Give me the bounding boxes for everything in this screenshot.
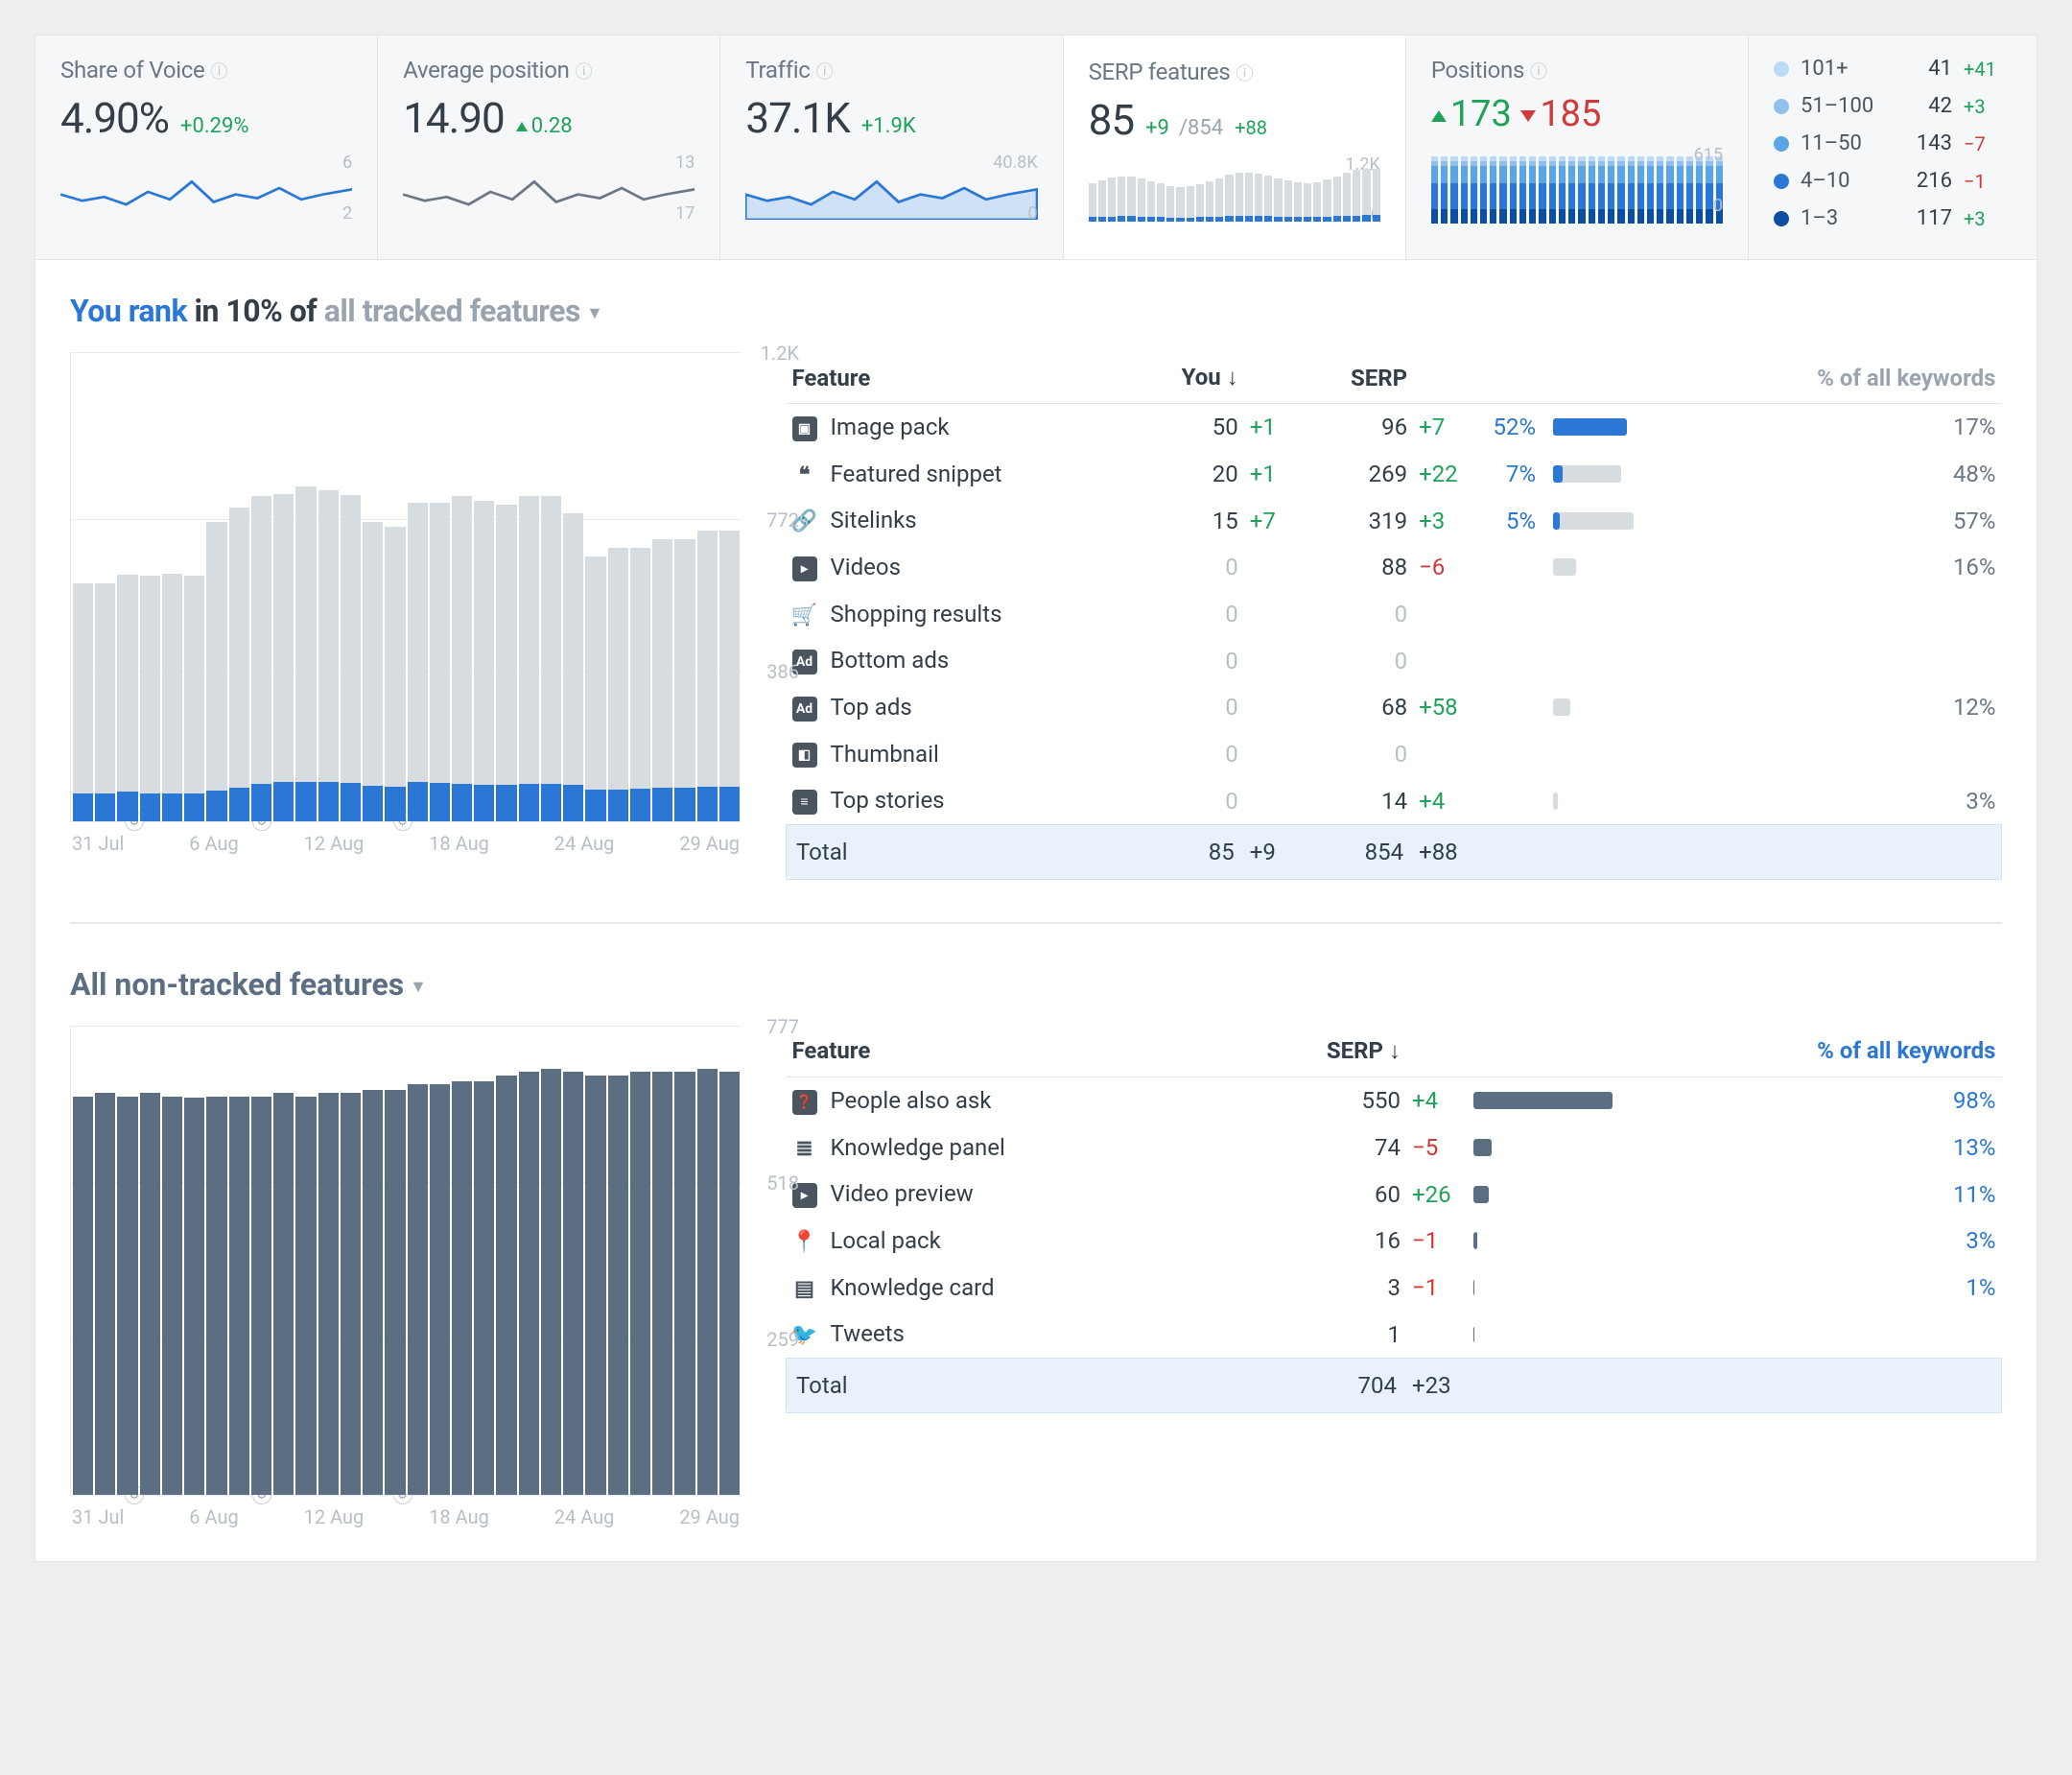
info-icon[interactable]: ⓘ bbox=[1236, 64, 1253, 84]
metric-card-traffic[interactable]: Trafficⓘ 37.1K+1.9K 40.8K0 bbox=[720, 36, 1063, 259]
table-row[interactable]: ◧Thumbnail 0 0 bbox=[787, 731, 2002, 778]
feature-icon: ▣ bbox=[792, 416, 817, 441]
table-row[interactable]: ▣Image pack 50+1 96+7 52% 17% bbox=[787, 404, 2002, 451]
legend-dot-icon bbox=[1774, 99, 1789, 114]
table-row[interactable]: 🐦Tweets 1 bbox=[787, 1311, 2002, 1358]
table-row[interactable]: ▸Video preview 60+26 11% bbox=[787, 1171, 2002, 1218]
feature-icon: 🛒 bbox=[792, 603, 817, 627]
feature-icon: Ad bbox=[792, 697, 817, 722]
section-tracked-heading: You rank in 10% of all tracked features▼ bbox=[70, 293, 2002, 329]
col-pct[interactable]: % of all keywords bbox=[1701, 352, 2001, 404]
positions-legend: 101+41+41 51–10042+3 11–50143−7 4–10216−1 1–… bbox=[1749, 36, 2037, 259]
legend-row[interactable]: 51–10042+3 bbox=[1774, 94, 2012, 118]
info-icon[interactable]: ⓘ bbox=[1530, 62, 1547, 83]
info-icon[interactable]: ⓘ bbox=[576, 62, 593, 83]
col-feature[interactable]: Feature bbox=[787, 352, 1137, 404]
table-row[interactable]: 🔗Sitelinks 15+7 319+3 5% 57% bbox=[787, 497, 2002, 544]
chart-x-axis: 31 Jul6 Aug12 Aug18 Aug24 Aug29 Aug bbox=[70, 832, 742, 855]
metric-card-avgpos[interactable]: Average positionⓘ 14.900.28 1317 bbox=[378, 36, 720, 259]
table-row[interactable]: AdBottom ads 0 0 bbox=[787, 637, 2002, 684]
tracked-chart: ⚙ ⚙ ⚙ 3867721.2K 31 Jul6 Aug12 Aug18 Aug… bbox=[70, 352, 742, 880]
legend-row[interactable]: 1–3117+3 bbox=[1774, 206, 2012, 230]
col-you[interactable]: You ↓ bbox=[1136, 352, 1243, 404]
nontracked-features-table: FeatureSERP ↓ % of all keywords ❓People a… bbox=[786, 1026, 2002, 1528]
table-row[interactable]: 📍Local pack 16−1 3% bbox=[787, 1218, 2002, 1265]
table-row[interactable]: ▸Videos 0 88−6 16% bbox=[787, 544, 2002, 591]
legend-dot-icon bbox=[1774, 136, 1789, 152]
table-row[interactable]: ❝Featured snippet 20+1 269+22 7% 48% bbox=[787, 451, 2002, 498]
metric-card-sov[interactable]: Share of Voiceⓘ 4.90%+0.29% 62 bbox=[35, 36, 378, 259]
legend-row[interactable]: 101+41+41 bbox=[1774, 57, 2012, 81]
col-serp[interactable]: SERP ↓ bbox=[1236, 1026, 1406, 1077]
legend-row[interactable]: 4–10216−1 bbox=[1774, 169, 2012, 193]
chevron-down-icon: ▼ bbox=[410, 977, 427, 997]
feature-icon: ❓ bbox=[792, 1090, 817, 1115]
main-panel: You rank in 10% of all tracked features▼… bbox=[35, 260, 2037, 1562]
tracked-features-table: FeatureYou ↓ SERP % of all keywords ▣Image… bbox=[786, 352, 2002, 880]
metric-card-serp[interactable]: SERP featuresⓘ 85+9/854+88 1.2K0 bbox=[1064, 35, 1406, 259]
feature-icon: ▤ bbox=[792, 1276, 817, 1301]
metric-card-positions[interactable]: Positionsⓘ 173 185 6150 bbox=[1406, 36, 1749, 259]
total-row: Total704+23 bbox=[787, 1358, 2002, 1412]
col-pct[interactable]: % of all keywords bbox=[1621, 1026, 2002, 1077]
divider bbox=[70, 922, 2002, 924]
table-row[interactable]: ❓People also ask 550+4 98% bbox=[787, 1077, 2002, 1124]
feature-icon: ≣ bbox=[792, 1136, 817, 1161]
feature-icon: ❝ bbox=[792, 462, 817, 487]
feature-icon: ◧ bbox=[792, 743, 817, 768]
feature-icon: ▸ bbox=[792, 556, 817, 581]
info-icon[interactable]: ⓘ bbox=[816, 62, 834, 83]
legend-dot-icon bbox=[1774, 174, 1789, 189]
tracked-features-dropdown[interactable]: all tracked features▼ bbox=[324, 293, 603, 329]
legend-row[interactable]: 11–50143−7 bbox=[1774, 131, 2012, 155]
feature-icon: ≡ bbox=[792, 790, 817, 815]
nontracked-chart: ⚙ ⚙ ⚙ 259518777 31 Jul6 Aug12 Aug18 Aug2… bbox=[70, 1026, 742, 1528]
col-feature[interactable]: Feature bbox=[787, 1026, 1236, 1077]
info-icon[interactable]: ⓘ bbox=[210, 62, 227, 83]
table-row[interactable]: 🛒Shopping results 0 0 bbox=[787, 591, 2002, 638]
table-row[interactable]: ≣Knowledge panel 74−5 13% bbox=[787, 1124, 2002, 1172]
heading-highlight: You rank bbox=[70, 293, 187, 329]
legend-dot-icon bbox=[1774, 61, 1789, 77]
table-row[interactable]: ≡Top stories 0 14+4 3% bbox=[787, 777, 2002, 824]
feature-icon: 📍 bbox=[792, 1230, 817, 1255]
col-serp[interactable]: SERP bbox=[1306, 352, 1413, 404]
legend-dot-icon bbox=[1774, 211, 1789, 226]
section-nontracked-heading[interactable]: All non-tracked features▼ bbox=[70, 966, 2002, 1003]
chevron-down-icon: ▼ bbox=[586, 303, 602, 323]
chart-x-axis: 31 Jul6 Aug12 Aug18 Aug24 Aug29 Aug bbox=[70, 1505, 742, 1528]
top-metrics-row: Share of Voiceⓘ 4.90%+0.29% 62Average po… bbox=[35, 35, 2037, 260]
table-row[interactable]: ▤Knowledge card 3−1 1% bbox=[787, 1265, 2002, 1312]
total-row: Total85+9854+88 bbox=[787, 824, 2002, 879]
table-row[interactable]: AdTop ads 0 68+58 12% bbox=[787, 684, 2002, 731]
